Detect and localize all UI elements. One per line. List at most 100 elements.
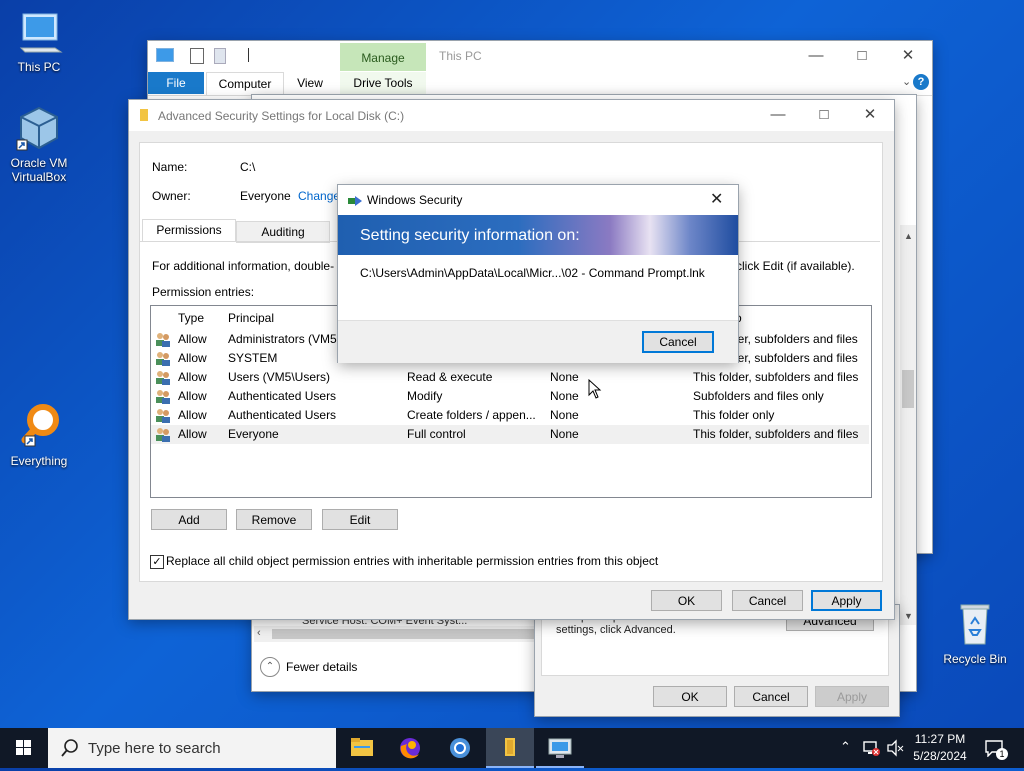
ribbon-tabs: File Computer View Drive Tools ⌄ ? (148, 71, 932, 96)
apply-button[interactable]: Apply (811, 590, 882, 611)
users-icon (155, 408, 171, 423)
tab-auditing[interactable]: Auditing (236, 221, 330, 243)
windows-logo-icon (16, 740, 31, 755)
manage-tab[interactable]: Manage (340, 43, 426, 71)
cancel-button[interactable]: Cancel (732, 590, 803, 611)
entry-applies-to: Subfolders and files only (693, 389, 824, 403)
monitor-icon (15, 8, 63, 56)
entry-access: Full control (407, 427, 466, 441)
close-button[interactable]: ✕ (885, 41, 931, 71)
ok-button[interactable]: OK (651, 590, 722, 611)
properties-cancel-button[interactable]: Cancel (734, 686, 808, 707)
search-box[interactable]: Type here to search (48, 728, 336, 768)
magnifier-icon (15, 402, 63, 450)
tab-view[interactable]: View (284, 72, 336, 94)
notification-center-icon[interactable]: 1 (984, 739, 1008, 760)
quick-access-dropdown-icon[interactable] (248, 48, 249, 62)
network-icon[interactable] (862, 739, 880, 760)
show-hidden-icons-button[interactable]: ⌃ (840, 739, 851, 755)
maximize-button[interactable]: □ (839, 41, 885, 71)
clock-date[interactable]: 5/28/2024 (910, 749, 970, 763)
tab-permissions[interactable]: Permissions (142, 219, 236, 241)
scroll-thumb[interactable] (272, 629, 534, 639)
volume-icon[interactable] (886, 739, 904, 760)
table-row-selected[interactable]: Allow Everyone Full control None This fo… (151, 425, 869, 444)
file-explorer-icon[interactable] (338, 728, 386, 768)
table-row[interactable]: Allow Authenticated Users Create folders… (151, 406, 869, 425)
info-text: For additional information, double- (152, 259, 335, 273)
minimize-button[interactable]: — (755, 100, 801, 130)
security-title-bar: Windows Security ✕ (338, 185, 738, 215)
table-row[interactable]: Allow Authenticated Users Modify None Su… (151, 387, 869, 406)
entry-type: Allow (178, 427, 207, 441)
desktop-icon-this-pc[interactable]: This PC (4, 8, 74, 74)
virtualbox-cube-icon (15, 104, 63, 152)
add-button[interactable]: Add (151, 509, 227, 530)
entry-applies-to: ler, subfolders and files (735, 332, 858, 346)
scroll-left-icon[interactable]: ‹ (257, 627, 261, 639)
entry-inherited-from: None (550, 408, 579, 422)
scroll-up-icon[interactable]: ▲ (904, 231, 913, 241)
properties-apply-button[interactable]: Apply (815, 686, 889, 707)
entry-applies-to: This folder, subfolders and files (693, 370, 859, 384)
entry-applies-to: This folder, subfolders and files (693, 427, 859, 441)
scroll-down-icon[interactable]: ▼ (904, 611, 913, 621)
edit-button[interactable]: Edit (322, 509, 398, 530)
remove-button[interactable]: Remove (236, 509, 312, 530)
entry-type: Allow (178, 351, 207, 365)
entry-inherited-from: None (550, 427, 579, 441)
entry-type: Allow (178, 370, 207, 384)
active-folder-app-icon[interactable] (486, 728, 534, 768)
start-button[interactable] (0, 728, 48, 768)
close-button[interactable]: ✕ (847, 100, 893, 130)
info-text-tail: click Edit (if available). (736, 259, 855, 273)
horizontal-scrollbar[interactable]: ‹ (254, 626, 536, 642)
column-type[interactable]: Type (178, 311, 204, 325)
desktop-icon-virtualbox[interactable]: Oracle VM VirtualBox (4, 104, 74, 184)
mouse-cursor-icon (588, 378, 602, 402)
security-cancel-button[interactable]: Cancel (642, 331, 714, 353)
replace-child-label[interactable]: Replace all child object permission entr… (166, 554, 658, 568)
desktop-icon-everything[interactable]: Everything (4, 402, 74, 468)
expand-ribbon-icon[interactable]: ⌄ (902, 75, 911, 88)
tab-drive-tools[interactable]: Drive Tools (340, 72, 426, 94)
maximize-button[interactable]: □ (801, 100, 847, 130)
users-icon (155, 370, 171, 385)
change-owner-link[interactable]: Change (298, 189, 340, 203)
folder-icon (140, 109, 148, 121)
table-row[interactable]: Allow Users (VM5\Users) Read & execute N… (151, 368, 869, 387)
clock-time[interactable]: 11:27 PM (914, 732, 966, 746)
column-principal[interactable]: Principal (228, 311, 274, 325)
name-value: C:\ (240, 160, 256, 174)
notification-count-badge: 1 (996, 748, 1008, 760)
desktop-icon-recycle-bin[interactable]: Recycle Bin (940, 600, 1010, 666)
tab-computer[interactable]: Computer (206, 72, 284, 95)
task-scrollbar[interactable]: ▲ ▼ (900, 225, 916, 625)
control-panel-icon[interactable] (536, 728, 584, 768)
help-icon[interactable]: ? (913, 74, 929, 90)
properties-ok-button[interactable]: OK (653, 686, 727, 707)
entry-access: Modify (407, 389, 443, 403)
fewer-details-label: Fewer details (286, 660, 358, 674)
security-heading: Setting security information on: (360, 227, 580, 244)
scroll-thumb[interactable] (902, 370, 914, 408)
taskbar: Type here to search ⌃ 11:27 PM 5/28/2024… (0, 728, 1024, 768)
minimize-button[interactable]: — (793, 41, 839, 71)
search-placeholder: Type here to search (88, 740, 221, 757)
search-icon (60, 738, 80, 761)
permission-entries-label: Permission entries: (152, 285, 255, 299)
users-icon (155, 389, 171, 404)
properties-quick-icon[interactable] (190, 48, 204, 64)
owner-label: Owner: (152, 189, 191, 203)
replace-child-checkbox[interactable]: ✓ (150, 555, 164, 569)
entry-principal: Authenticated Users (228, 389, 337, 403)
close-icon[interactable]: ✕ (710, 189, 723, 209)
firefox-icon[interactable] (386, 728, 434, 768)
security-shield-icon (348, 195, 362, 206)
chrome-icon[interactable] (436, 728, 484, 768)
explorer-title: This PC (439, 49, 482, 63)
new-folder-quick-icon[interactable] (214, 48, 226, 64)
advanced-title: Advanced Security Settings for Local Dis… (158, 109, 405, 123)
tab-file[interactable]: File (148, 72, 204, 94)
owner-value: Everyone (240, 189, 291, 203)
